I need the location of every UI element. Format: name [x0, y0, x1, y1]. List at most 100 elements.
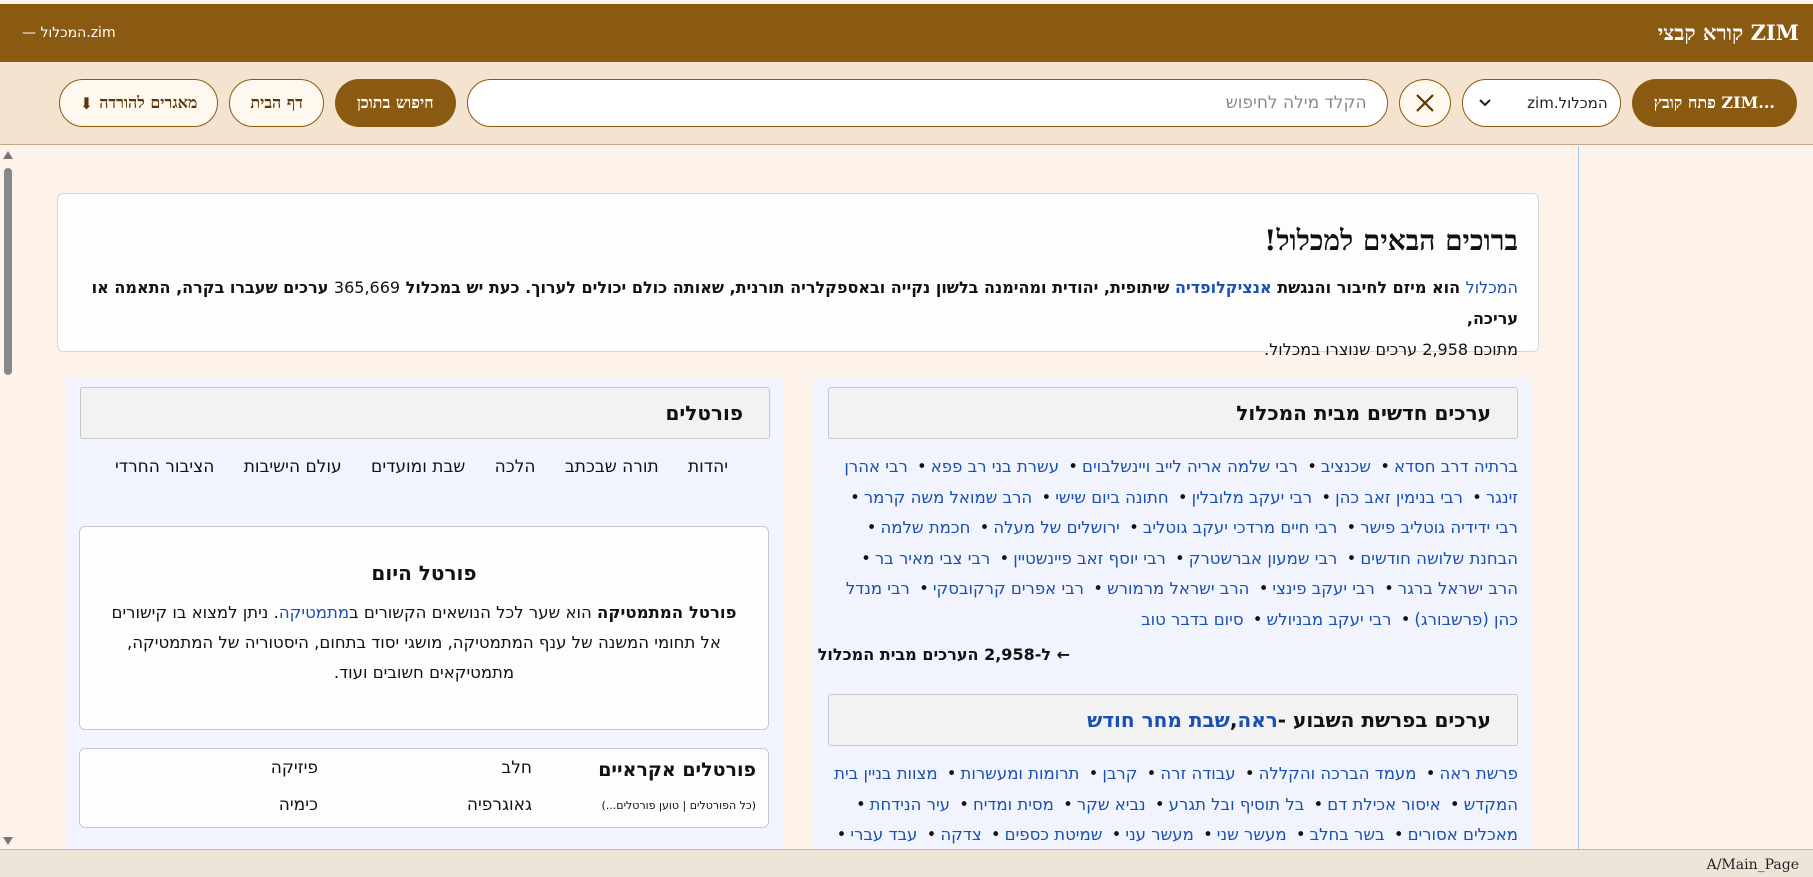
- article-link[interactable]: עבד עברי: [850, 825, 917, 844]
- article-link[interactable]: הרב שמואל משה קרמר: [864, 488, 1032, 507]
- article-link[interactable]: רבי ידידיה גוטליב פישר: [1360, 518, 1518, 537]
- article-link[interactable]: רבי יעקב פינצי: [1272, 579, 1374, 598]
- article-link[interactable]: תרומות ומעשרות: [961, 764, 1080, 783]
- bullet-separator: •: [999, 548, 1010, 568]
- bullet-separator: •: [1146, 764, 1157, 783]
- article-link[interactable]: עשרת בני רב פפא: [931, 457, 1059, 476]
- open-zim-button[interactable]: פתח קובץ ZIM...: [1631, 79, 1797, 127]
- new-articles-list: ברתיה דרב חסדא• שכנציב• רבי שלמה אריה לי…: [826, 452, 1518, 635]
- portal-category-link[interactable]: עולם הישיבות: [244, 457, 342, 477]
- article-link[interactable]: רבי בנימין זאב כהן: [1335, 488, 1463, 507]
- random-portal-item[interactable]: פיזיקה: [271, 758, 318, 778]
- bullet-separator: •: [1177, 487, 1188, 507]
- article-link[interactable]: קרבן: [1102, 764, 1137, 783]
- article-link[interactable]: רבי יוסף זאב פיינשטיין: [1013, 549, 1166, 568]
- article-link[interactable]: מעשר שני: [1217, 825, 1287, 844]
- link-mathematics[interactable]: מתמטיקה: [279, 603, 349, 622]
- article-link[interactable]: מעשר עני: [1125, 825, 1193, 844]
- portal-of-the-day-title: פורטל היום: [371, 561, 477, 585]
- title-bar: — המכלול.zim קורא קבצי ZIM: [0, 4, 1813, 62]
- article-link[interactable]: רבי שמעון אברשטרק: [1189, 549, 1338, 568]
- left-column: פורטלים יהדות תורה שבכתב הלכה שבת ומועדים עו…: [66, 377, 784, 849]
- article-link[interactable]: הרב ישראל מרמורש: [1107, 579, 1249, 598]
- article-link[interactable]: מעמד הברכה והקללה: [1259, 764, 1417, 783]
- article-link[interactable]: איסור אכילת דם: [1327, 795, 1440, 814]
- bullet-separator: •: [946, 764, 957, 783]
- clear-search-button[interactable]: [1398, 79, 1451, 127]
- bullet-separator: •: [1088, 764, 1099, 783]
- random-portals-subtitle[interactable]: (כל הפורטלים | טוען פורטלים...): [602, 799, 756, 812]
- scroll-down-arrow-icon[interactable]: [3, 837, 13, 845]
- article-link[interactable]: רבי יעקב מבניולש: [1267, 610, 1392, 629]
- home-button[interactable]: דף הבית: [229, 79, 324, 127]
- article-link[interactable]: רבי אפרים קרקובסקי: [933, 579, 1084, 598]
- article-link[interactable]: חתונה ביום שישי: [1055, 488, 1168, 507]
- more-new-articles-link[interactable]: ← ל-2,958 הערכים מבית המכלול: [818, 645, 1070, 664]
- bullet-separator: •: [1111, 825, 1122, 844]
- bullet-separator: •: [866, 518, 877, 537]
- article-link[interactable]: רבי יעקב מלובלין: [1192, 488, 1312, 507]
- article-link[interactable]: עבודה זרה: [1160, 764, 1235, 783]
- article-link[interactable]: מסית ומדיח: [973, 795, 1054, 814]
- random-portal-item[interactable]: חלב: [501, 758, 532, 778]
- article-link[interactable]: רבי שלמה אריה לייב ויינשלבוים: [1082, 457, 1298, 476]
- parsha-header: ערכים בפרשת השבוע - ראה, שבת מחר חודש: [828, 694, 1518, 746]
- portal-category-link[interactable]: תורה שבכתב: [565, 457, 659, 477]
- parsha-articles-list: פרשת ראה• מעמד הברכה והקללה• עבודה זרה• …: [826, 759, 1518, 849]
- link-encyclopedia[interactable]: אנציקלופדיה: [1175, 278, 1272, 297]
- bullet-separator: •: [1068, 457, 1079, 476]
- article-link[interactable]: בשר בחלב: [1310, 825, 1385, 844]
- article-link[interactable]: נביא שקר: [1077, 795, 1146, 814]
- bullet-separator: •: [1393, 825, 1404, 844]
- article-link[interactable]: צדקה: [940, 825, 981, 844]
- portal-category-link[interactable]: יהדות: [688, 457, 728, 477]
- bullet-separator: •: [1380, 457, 1390, 476]
- article-link[interactable]: ירושלים של מעלה: [993, 518, 1119, 537]
- article-link[interactable]: רבי צבי מאיר בר: [875, 549, 990, 568]
- chevron-down-icon: [1478, 99, 1491, 107]
- article-link[interactable]: בל תוסיף ובל תגרע: [1169, 795, 1305, 814]
- search-content-button[interactable]: חיפוש בתוכן: [334, 79, 456, 127]
- bullet-separator: •: [1307, 457, 1317, 476]
- bullet-separator: •: [979, 518, 990, 537]
- bullet-separator: •: [1252, 609, 1263, 629]
- link-hamichlol[interactable]: המכלול: [1466, 278, 1518, 297]
- zim-file-select[interactable]: המכלול.zim: [1461, 79, 1621, 127]
- article-link[interactable]: שמיטת כספים: [1005, 825, 1103, 844]
- article-link[interactable]: ברתיה דרב חסדא: [1394, 457, 1518, 476]
- search-input[interactable]: [466, 79, 1388, 127]
- bullet-separator: •: [919, 579, 929, 598]
- bullet-separator: •: [1258, 579, 1269, 598]
- article-link[interactable]: מאכלים אסורים: [1408, 825, 1518, 844]
- downloads-button[interactable]: ⬇ מאגרים להורדה: [58, 79, 219, 127]
- link-reeh[interactable]: ראה: [1237, 708, 1277, 732]
- portals-header: פורטלים: [80, 387, 770, 439]
- zim-file-select-value: המכלול.zim: [1527, 94, 1608, 112]
- article-link[interactable]: עיר הנידחת: [870, 795, 950, 814]
- side-margin: [1579, 146, 1813, 849]
- bullet-separator: •: [850, 487, 860, 507]
- scroll-up-arrow-icon[interactable]: [3, 151, 13, 159]
- welcome-box: ברוכים הבאים למכלול! המכלול הוא מיזם לחי…: [57, 193, 1539, 359]
- article-link[interactable]: רבי חיים מרדכי יעקב גוטליב: [1143, 518, 1337, 537]
- bullet-separator: •: [1041, 487, 1052, 507]
- portal-category-link[interactable]: הציבור החרדי: [115, 457, 214, 477]
- bullet-separator: •: [1244, 764, 1255, 783]
- bullet-separator: •: [1449, 794, 1460, 814]
- article-link[interactable]: חכמת שלמה: [881, 518, 971, 537]
- article-link[interactable]: סיום בדבר טוב: [1141, 610, 1243, 629]
- article-link[interactable]: הרב ישראל ברגר: [1398, 579, 1518, 598]
- bullet-separator: •: [1472, 487, 1482, 507]
- article-link[interactable]: פרשת ראה: [1439, 764, 1518, 783]
- article-link[interactable]: שכנציב: [1321, 457, 1371, 476]
- random-portal-item[interactable]: גאוגרפיה: [467, 795, 532, 815]
- content-scrollbar[interactable]: [0, 146, 16, 849]
- link-shabbat-machar-chodesh[interactable]: שבת מחר חודש: [1087, 708, 1230, 732]
- scroll-thumb[interactable]: [4, 168, 12, 375]
- bullet-separator: •: [1175, 548, 1185, 568]
- bullet-separator: •: [1313, 794, 1324, 814]
- portal-category-link[interactable]: שבת ומועדים: [371, 457, 465, 477]
- portal-category-link[interactable]: הלכה: [495, 457, 536, 477]
- article-link[interactable]: הבחנת שלושה חודשים: [1360, 549, 1518, 568]
- random-portal-item[interactable]: כימיה: [279, 795, 318, 815]
